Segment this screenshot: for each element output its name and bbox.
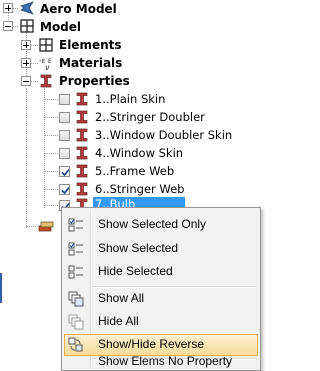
property-item-label: 5..Frame Web — [95, 164, 175, 178]
show-selected-only-icon — [68, 218, 83, 232]
aero-model-icon — [20, 1, 34, 15]
window-edge-marker — [0, 273, 2, 303]
property-item-label: 2..Stringer Doubler — [95, 110, 205, 124]
tree-node-aero-model[interactable]: Aero Model — [40, 0, 117, 18]
hide-selected-icon — [68, 265, 83, 279]
beam-property-icon — [76, 182, 88, 196]
property-item-label: 4..Window Skin — [95, 146, 184, 160]
menu-item-label: Show Selected — [98, 241, 179, 255]
menu-item-label: Show All — [98, 291, 145, 305]
visibility-checkbox[interactable] — [59, 166, 70, 177]
hide-all-icon — [68, 314, 84, 330]
beam-property-icon — [76, 146, 88, 160]
property-item-label: 1..Plain Skin — [95, 92, 166, 106]
show-all-icon — [68, 291, 84, 307]
property-item-label: 3..Window Doubler Skin — [95, 128, 233, 142]
show-elems-no-property-menu-item[interactable]: Show Elems No Property — [64, 348, 258, 370]
hide-all-menu-item[interactable]: Hide All — [64, 311, 258, 333]
collapse-properties-toggle[interactable] — [21, 76, 31, 86]
beam-property-icon — [76, 92, 88, 106]
property-item-label: 6..Stringer Web — [95, 182, 185, 196]
menu-item-label: Show Selected Only — [98, 217, 207, 231]
context-menu: Show Selected Only Show Selected Hide Se… — [61, 207, 261, 371]
model-label: Model — [40, 20, 82, 34]
menu-item-label: Hide All — [98, 314, 139, 328]
beam-property-icon — [76, 164, 88, 178]
tree-node-model[interactable]: Model — [40, 18, 81, 36]
menu-item-label: Hide Selected — [98, 264, 173, 278]
visibility-checkbox[interactable] — [59, 94, 70, 105]
beam-property-icon — [76, 110, 88, 124]
menu-item-label: Show Elems No Property — [98, 354, 233, 368]
show-selected-only-menu-item[interactable]: Show Selected Only — [64, 214, 258, 236]
tree-node-elements[interactable]: Elements — [59, 36, 122, 54]
materials-label: Materials — [59, 56, 123, 70]
hide-selected-menu-item[interactable]: Hide Selected — [64, 261, 258, 283]
aero-model-label: Aero Model — [40, 2, 117, 16]
collapse-model-toggle[interactable] — [3, 21, 13, 31]
tree-node-materials[interactable]: Materials — [59, 54, 122, 72]
visibility-checkbox[interactable] — [59, 184, 70, 195]
checkmark-icon — [61, 186, 70, 195]
visibility-checkbox[interactable] — [59, 130, 70, 141]
svg-text:E: E — [48, 58, 52, 65]
expand-materials-toggle[interactable] — [21, 58, 31, 68]
elements-grid-icon — [39, 38, 53, 52]
checkmark-icon — [61, 168, 70, 177]
properties-label: Properties — [59, 74, 130, 88]
expand-aero-model-toggle[interactable] — [3, 3, 13, 13]
model-grid-icon — [20, 19, 34, 33]
elements-label: Elements — [59, 38, 122, 52]
book-stack-icon — [38, 221, 54, 232]
visibility-checkbox[interactable] — [59, 112, 70, 123]
show-selected-icon — [68, 242, 83, 256]
visibility-checkbox[interactable] — [59, 148, 70, 159]
show-selected-menu-item[interactable]: Show Selected — [64, 238, 258, 260]
beam-property-icon — [40, 74, 52, 88]
materials-icon: -ε ν E — [39, 57, 52, 71]
beam-property-icon — [76, 128, 88, 142]
expand-elements-toggle[interactable] — [21, 40, 31, 50]
show-all-menu-item[interactable]: Show All — [64, 288, 258, 310]
tree-node-properties[interactable]: Properties — [59, 72, 130, 90]
